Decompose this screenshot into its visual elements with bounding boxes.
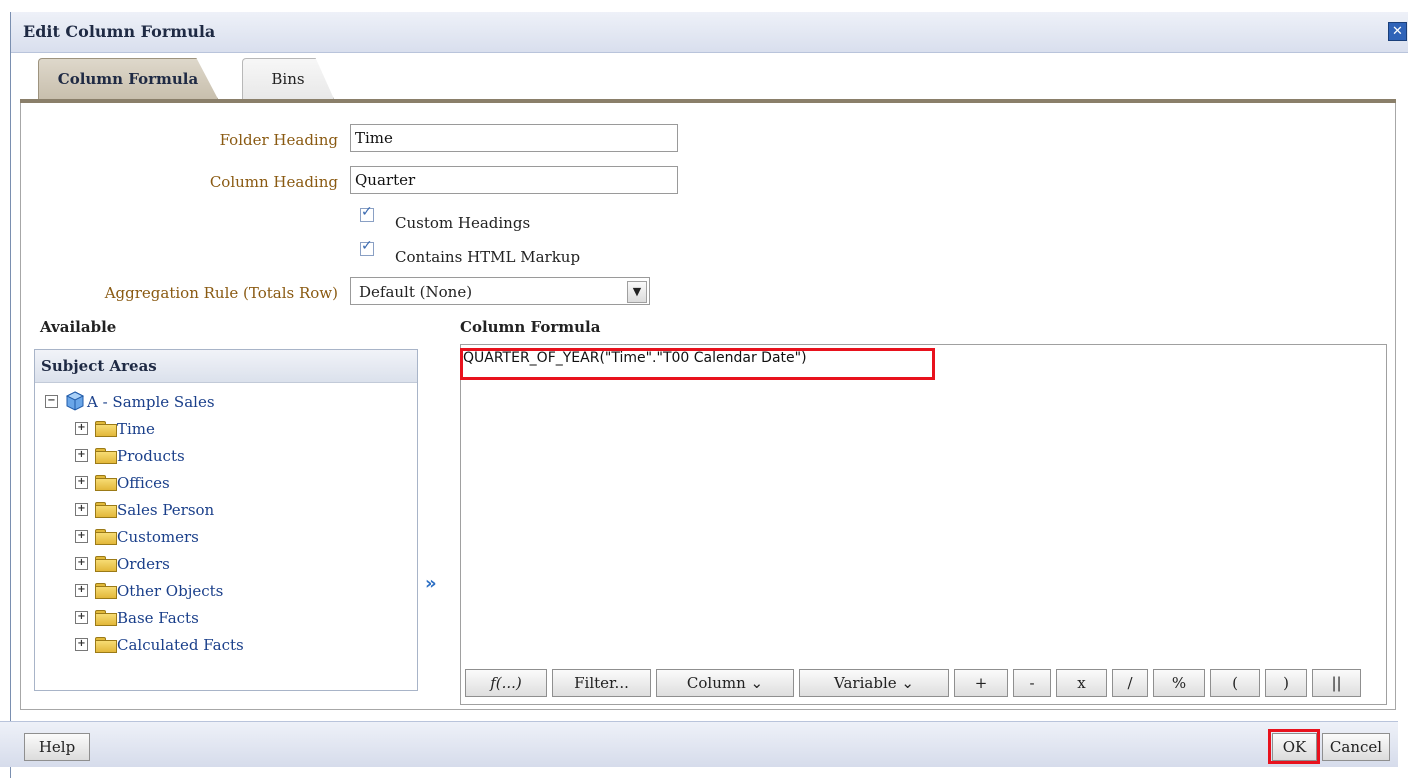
tree-folder-label: Offices	[117, 474, 170, 492]
close-paren-button[interactable]: )	[1265, 669, 1307, 697]
column-heading-label: Column Heading	[209, 173, 338, 191]
folder-icon	[95, 448, 117, 464]
minus-button[interactable]: -	[1013, 669, 1051, 697]
tree-folder-node[interactable]: + Calculated Facts	[73, 633, 393, 657]
html-markup-label: Contains HTML Markup	[395, 248, 581, 266]
tree-folder-node[interactable]: + Sales Person	[73, 498, 393, 522]
expand-icon[interactable]: +	[75, 422, 88, 435]
column-heading-input[interactable]: Quarter	[350, 166, 678, 194]
help-button[interactable]: Help	[24, 733, 90, 761]
expand-icon[interactable]: +	[75, 449, 88, 462]
tree-folder-label: Products	[117, 447, 185, 465]
expand-icon[interactable]: +	[75, 611, 88, 624]
formula-highlight	[460, 348, 935, 380]
html-markup-checkbox[interactable]	[360, 238, 374, 256]
divide-button[interactable]: /	[1112, 669, 1148, 697]
tree-folder-label: Time	[117, 420, 155, 438]
multiply-button[interactable]: x	[1056, 669, 1107, 697]
folder-icon	[95, 556, 117, 572]
subject-areas-panel: Subject Areas − A - Sample Sales + Time + P…	[34, 349, 418, 691]
cancel-button[interactable]: Cancel	[1322, 733, 1390, 761]
dialog-footer: Help OK Cancel	[0, 721, 1398, 767]
folder-icon	[95, 421, 117, 437]
cube-icon	[65, 391, 85, 411]
aggregation-rule-select[interactable]: Default (None) ▼	[350, 277, 650, 305]
aggregation-rule-label: Aggregation Rule (Totals Row)	[104, 284, 338, 302]
folder-icon	[95, 502, 117, 518]
tree-folder-node[interactable]: + Other Objects	[73, 579, 393, 603]
expand-icon[interactable]: +	[75, 476, 88, 489]
dropdown-arrow-icon[interactable]: ▼	[627, 281, 647, 303]
tree-folder-node[interactable]: + Base Facts	[73, 606, 393, 630]
tab-column-formula[interactable]: Column Formula	[38, 58, 218, 99]
folder-icon	[95, 529, 117, 545]
tree-folder-label: Other Objects	[117, 582, 224, 600]
tree-folder-label: Calculated Facts	[117, 636, 244, 654]
tree-folder-node[interactable]: + Offices	[73, 471, 393, 495]
percent-button[interactable]: %	[1153, 669, 1205, 697]
folder-icon	[95, 637, 117, 653]
folder-heading-input[interactable]: Time	[350, 124, 678, 152]
column-button[interactable]: Column ⌄	[656, 669, 794, 697]
aggregation-rule-value: Default (None)	[359, 283, 473, 301]
folder-heading-label: Folder Heading	[219, 131, 338, 149]
tree-folder-node[interactable]: + Products	[73, 444, 393, 468]
expand-icon[interactable]: +	[75, 638, 88, 651]
tree-root-label: A - Sample Sales	[87, 393, 215, 411]
subject-areas-header: Subject Areas	[35, 350, 417, 383]
tree-folder-label: Customers	[117, 528, 199, 546]
expand-icon[interactable]: +	[75, 584, 88, 597]
dialog-titlebar: Edit Column Formula ✕	[11, 12, 1408, 53]
tree-folder-node[interactable]: + Orders	[73, 552, 393, 576]
formula-editor[interactable]: QUARTER_OF_YEAR("Time"."T00 Calendar Dat…	[460, 344, 1387, 705]
folder-icon	[95, 583, 117, 599]
filter-button[interactable]: Filter...	[552, 669, 651, 697]
subject-areas-title: Subject Areas	[41, 357, 157, 375]
folder-icon	[95, 610, 117, 626]
column-formula-heading: Column Formula	[460, 318, 601, 336]
ok-highlight	[1268, 729, 1320, 764]
open-paren-button[interactable]: (	[1210, 669, 1260, 697]
tree-folder-node[interactable]: + Time	[73, 417, 393, 441]
tree-folder-label: Orders	[117, 555, 170, 573]
expand-icon[interactable]: +	[75, 530, 88, 543]
dialog-title: Edit Column Formula	[23, 22, 216, 41]
expand-icon[interactable]: +	[75, 557, 88, 570]
folder-icon	[95, 475, 117, 491]
custom-headings-label: Custom Headings	[395, 214, 531, 232]
close-icon[interactable]: ✕	[1388, 22, 1407, 41]
custom-headings-checkbox[interactable]	[360, 204, 374, 222]
tree-folder-label: Sales Person	[117, 501, 215, 519]
concat-button[interactable]: ||	[1312, 669, 1361, 697]
plus-button[interactable]: +	[954, 669, 1008, 697]
tree-folder-label: Base Facts	[117, 609, 199, 627]
expand-icon[interactable]: +	[75, 503, 88, 516]
tree-root-node[interactable]: − A - Sample Sales	[43, 390, 403, 414]
tree-folder-node[interactable]: + Customers	[73, 525, 393, 549]
variable-button[interactable]: Variable ⌄	[799, 669, 949, 697]
collapse-icon[interactable]: −	[45, 395, 58, 408]
add-to-formula-icon[interactable]: »	[425, 573, 437, 594]
available-heading: Available	[40, 318, 117, 336]
function-button[interactable]: f(...)	[465, 669, 547, 697]
